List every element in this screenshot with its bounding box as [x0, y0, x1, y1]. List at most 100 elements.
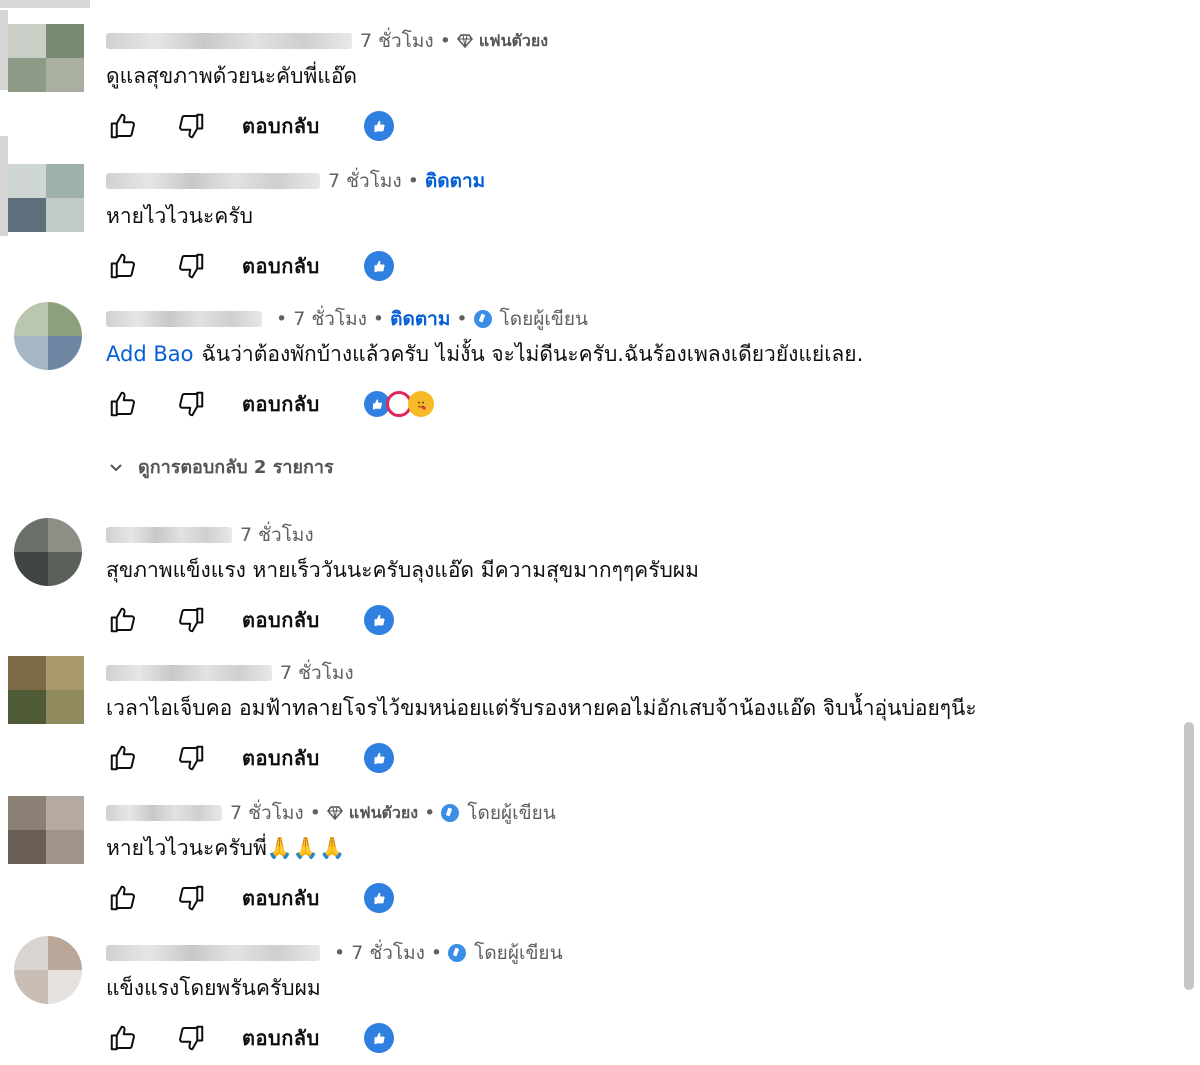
creator-heart-icon: [363, 111, 394, 141]
timestamp[interactable]: 7 ชั่วโมง: [293, 304, 367, 334]
creator-heart-icon: [363, 1023, 394, 1053]
thumb-up-icon: [110, 745, 135, 771]
thumb-up-icon: [110, 607, 135, 633]
thumb-down-icon: [179, 1025, 204, 1051]
fan-badge-label: แฟนตัวยง: [348, 802, 419, 822]
reply-button[interactable]: ตอบกลับ: [242, 604, 320, 636]
comment-item: 7 ชั่วโมง • ติดตาม หายไวไวนะครับ ตอบกลับ: [0, 164, 1170, 294]
thumb-down-icon: [179, 745, 204, 771]
avatar[interactable]: [14, 302, 82, 370]
like-button[interactable]: [106, 741, 140, 775]
fan-badge: แฟนตัวยง: [456, 29, 548, 54]
comment-actions: ตอบกลับ: [106, 740, 394, 776]
reply-button[interactable]: ตอบกลับ: [242, 882, 320, 914]
author-badge-icon: [441, 804, 460, 822]
comment-item: 7 ชั่วโมง • แฟนตัวยง ดูแลสุขภาพด้วยนะคับ…: [0, 24, 1170, 154]
avatar[interactable]: [8, 656, 84, 724]
comment-item: 7 ชั่วโมง • แฟนตัวยง • โดยผู้เขียน หายไว…: [0, 796, 1170, 926]
thumb-up-icon: [110, 113, 135, 139]
separator-dot: •: [424, 802, 436, 824]
author-name[interactable]: [106, 527, 232, 543]
care-reaction-icon: [407, 391, 434, 417]
like-button[interactable]: [106, 881, 140, 915]
thumb-down-icon: [179, 885, 204, 911]
author-badge-icon: [448, 944, 467, 962]
avatar[interactable]: [14, 936, 82, 1004]
dislike-button[interactable]: [174, 741, 208, 775]
author-name[interactable]: [106, 805, 222, 821]
timestamp[interactable]: 7 ชั่วโมง: [240, 520, 314, 550]
avatar[interactable]: [14, 518, 82, 586]
comment-text: หายไวไวนะครับพี่🙏🙏🙏: [106, 836, 346, 860]
dislike-button[interactable]: [174, 1021, 208, 1055]
reply-button[interactable]: ตอบกลับ: [242, 742, 320, 774]
thumb-down-icon: [179, 253, 204, 279]
author-badge: โดยผู้เขียน: [448, 938, 563, 968]
reply-button[interactable]: ตอบกลับ: [242, 1022, 320, 1054]
avatar[interactable]: [8, 24, 84, 92]
timestamp[interactable]: 7 ชั่วโมง: [280, 658, 354, 688]
comment-text: เวลาไอเจ็บคอ อมฟ้าทลายโจรไว้ขมหน่อยแต่รั…: [106, 696, 977, 720]
timestamp[interactable]: 7 ชั่วโมง: [328, 166, 402, 196]
comment-item: 7 ชั่วโมง สุขภาพแข็งแรง หายเร็ววันนะครับ…: [0, 518, 1170, 648]
like-button[interactable]: [106, 603, 140, 637]
timestamp[interactable]: 7 ชั่วโมง: [230, 798, 304, 828]
separator-dot: •: [276, 308, 288, 330]
mention-link[interactable]: Add Bao: [106, 342, 193, 366]
avatar[interactable]: [8, 796, 84, 864]
separator-dot: •: [456, 308, 468, 330]
timestamp[interactable]: 7 ชั่วโมง: [360, 26, 434, 56]
follow-link[interactable]: ติดตาม: [390, 304, 450, 334]
thumb-up-icon: [110, 1025, 135, 1051]
comment-text: ดูแลสุขภาพด้วยนะคับพี่แอ๊ด: [106, 64, 358, 88]
view-replies-label: ดูการตอบกลับ 2 รายการ: [138, 457, 334, 478]
reply-button[interactable]: ตอบกลับ: [242, 110, 320, 142]
separator-dot: •: [309, 802, 321, 824]
thumb-up-icon: [110, 253, 135, 279]
comment-item: 7 ชั่วโมง เวลาไอเจ็บคอ อมฟ้าทลายโจรไว้ขม…: [0, 656, 1170, 786]
comment-text: หายไวไวนะครับ: [106, 204, 253, 228]
creator-heart-icon: [363, 605, 394, 635]
author-name[interactable]: [106, 33, 352, 49]
comments-panel: 7 ชั่วโมง • แฟนตัวยง ดูแลสุขภาพด้วยนะคับ…: [0, 0, 1200, 1065]
dislike-button[interactable]: [174, 249, 208, 283]
follow-link[interactable]: ติดตาม: [425, 166, 485, 196]
scrollbar[interactable]: [1180, 0, 1200, 1065]
dislike-button[interactable]: [174, 109, 208, 143]
thumb-down-icon: [179, 113, 204, 139]
comment-text: แข็งแรงโดยพรันครับผม: [106, 976, 321, 1000]
top-divider: [0, 0, 90, 8]
dislike-button[interactable]: [174, 387, 208, 421]
gem-icon: [456, 34, 473, 49]
comment-item: • 7 ชั่วโมง • โดยผู้เขียน แข็งแรงโดยพรัน…: [0, 936, 1170, 1065]
reply-button[interactable]: ตอบกลับ: [242, 388, 320, 420]
dislike-button[interactable]: [174, 603, 208, 637]
like-button[interactable]: [106, 249, 140, 283]
gem-icon: [326, 806, 343, 821]
reply-button[interactable]: ตอบกลับ: [242, 250, 320, 282]
creator-heart-icon: [363, 883, 394, 913]
author-name[interactable]: [106, 945, 320, 961]
comment-actions: ตอบกลับ: [106, 880, 394, 916]
chevron-down-icon: [110, 463, 122, 471]
like-button[interactable]: [106, 109, 140, 143]
view-replies-button[interactable]: ดูการตอบกลับ 2 รายการ: [108, 452, 334, 481]
author-name[interactable]: [106, 173, 320, 189]
timestamp[interactable]: 7 ชั่วโมง: [351, 938, 425, 968]
reaction-badges: [363, 391, 434, 417]
creator-heart-icon: [363, 743, 394, 773]
like-button[interactable]: [106, 1021, 140, 1055]
separator-dot: •: [372, 308, 385, 330]
separator-dot: •: [439, 30, 451, 52]
avatar[interactable]: [8, 164, 84, 232]
thumb-up-icon: [110, 391, 135, 417]
author-badge-icon: [473, 310, 492, 328]
like-button[interactable]: [106, 387, 140, 421]
dislike-button[interactable]: [174, 881, 208, 915]
author-badge: โดยผู้เขียน: [473, 304, 588, 334]
author-name[interactable]: [106, 311, 262, 327]
comment-actions: ตอบกลับ: [106, 602, 394, 638]
scrollbar-thumb[interactable]: [1184, 722, 1194, 990]
author-name[interactable]: [106, 665, 272, 681]
author-badge: โดยผู้เขียน: [441, 798, 556, 828]
